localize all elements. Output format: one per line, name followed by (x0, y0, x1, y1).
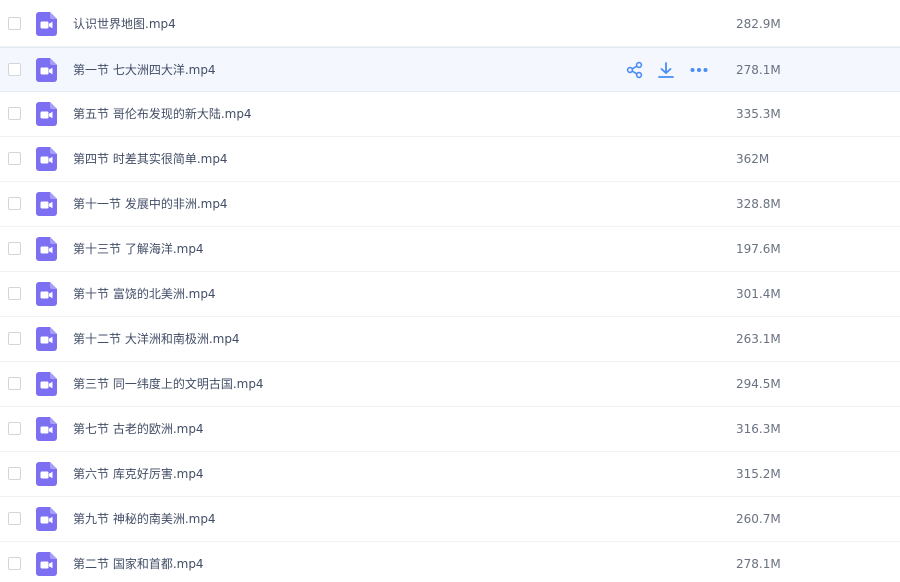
file-size: 260.7M (736, 512, 781, 526)
file-size: 197.6M (736, 242, 781, 256)
file-size: 278.1M (736, 63, 781, 77)
file-row[interactable]: 第一节 七大洲四大洋.mp4 278.1M (0, 47, 900, 92)
file-name[interactable]: 第六节 库克好厉害.mp4 (73, 465, 204, 483)
file-name[interactable]: 第一节 七大洲四大洋.mp4 (73, 61, 216, 79)
video-file-icon (36, 507, 57, 531)
video-file-icon (36, 147, 57, 171)
file-row[interactable]: 认识世界地图.mp4 282.9M (0, 2, 900, 47)
share-icon[interactable] (625, 60, 645, 80)
file-row[interactable]: 第十三节 了解海洋.mp4 197.6M (0, 227, 900, 272)
file-size: 315.2M (736, 467, 781, 481)
video-file-icon (36, 327, 57, 351)
download-icon[interactable] (656, 60, 676, 80)
video-file-icon (36, 58, 57, 82)
video-file-icon (36, 552, 57, 576)
row-checkbox[interactable] (8, 63, 21, 76)
file-name[interactable]: 第二节 国家和首都.mp4 (73, 555, 204, 573)
row-checkbox[interactable] (8, 377, 21, 390)
video-file-icon (36, 237, 57, 261)
row-checkbox[interactable] (8, 287, 21, 300)
file-row[interactable]: 第九节 神秘的南美洲.mp4 260.7M (0, 497, 900, 542)
video-file-icon (36, 417, 57, 441)
row-checkbox[interactable] (8, 107, 21, 120)
file-size: 301.4M (736, 287, 781, 301)
file-size: 278.1M (736, 557, 781, 571)
file-name[interactable]: 第五节 哥伦布发现的新大陆.mp4 (73, 105, 252, 123)
file-size: 316.3M (736, 422, 781, 436)
video-file-icon (36, 462, 57, 486)
file-size: 282.9M (736, 17, 781, 31)
file-row[interactable]: 第三节 同一纬度上的文明古国.mp4 294.5M (0, 362, 900, 407)
row-checkbox[interactable] (8, 17, 21, 30)
file-name[interactable]: 第十一节 发展中的非洲.mp4 (73, 195, 228, 213)
video-file-icon (36, 12, 57, 36)
file-list: 认识世界地图.mp4 282.9M 第一节 七大洲四大洋.mp4 278.1M 第五节 … (0, 0, 900, 582)
row-checkbox[interactable] (8, 197, 21, 210)
file-name[interactable]: 第三节 同一纬度上的文明古国.mp4 (73, 375, 264, 393)
row-checkbox[interactable] (8, 152, 21, 165)
file-row[interactable]: 第十一节 发展中的非洲.mp4 328.8M (0, 182, 900, 227)
file-size: 294.5M (736, 377, 781, 391)
file-name[interactable]: 第七节 古老的欧洲.mp4 (73, 420, 204, 438)
file-name[interactable]: 第十二节 大洋洲和南极洲.mp4 (73, 330, 240, 348)
file-row[interactable]: 第十节 富饶的北美洲.mp4 301.4M (0, 272, 900, 317)
file-row[interactable]: 第二节 国家和首都.mp4 278.1M (0, 542, 900, 582)
file-name[interactable]: 认识世界地图.mp4 (73, 15, 176, 33)
file-name[interactable]: 第十三节 了解海洋.mp4 (73, 240, 204, 258)
file-row[interactable]: 第十二节 大洋洲和南极洲.mp4 263.1M (0, 317, 900, 362)
file-size: 335.3M (736, 107, 781, 121)
row-checkbox[interactable] (8, 422, 21, 435)
file-size: 362M (736, 152, 770, 166)
more-icon[interactable] (689, 60, 709, 80)
file-name[interactable]: 第四节 时差其实很简单.mp4 (73, 150, 228, 168)
file-row[interactable]: 第五节 哥伦布发现的新大陆.mp4 335.3M (0, 92, 900, 137)
row-checkbox[interactable] (8, 242, 21, 255)
video-file-icon (36, 102, 57, 126)
video-file-icon (36, 372, 57, 396)
file-row[interactable]: 第六节 库克好厉害.mp4 315.2M (0, 452, 900, 497)
file-row[interactable]: 第七节 古老的欧洲.mp4 316.3M (0, 407, 900, 452)
row-checkbox[interactable] (8, 332, 21, 345)
video-file-icon (36, 282, 57, 306)
file-name[interactable]: 第九节 神秘的南美洲.mp4 (73, 510, 216, 528)
file-row[interactable]: 第四节 时差其实很简单.mp4 362M (0, 137, 900, 182)
row-checkbox[interactable] (8, 467, 21, 480)
video-file-icon (36, 192, 57, 216)
file-size: 263.1M (736, 332, 781, 346)
file-name[interactable]: 第十节 富饶的北美洲.mp4 (73, 285, 216, 303)
file-size: 328.8M (736, 197, 781, 211)
row-actions (625, 60, 715, 80)
row-checkbox[interactable] (8, 557, 21, 570)
row-checkbox[interactable] (8, 512, 21, 525)
